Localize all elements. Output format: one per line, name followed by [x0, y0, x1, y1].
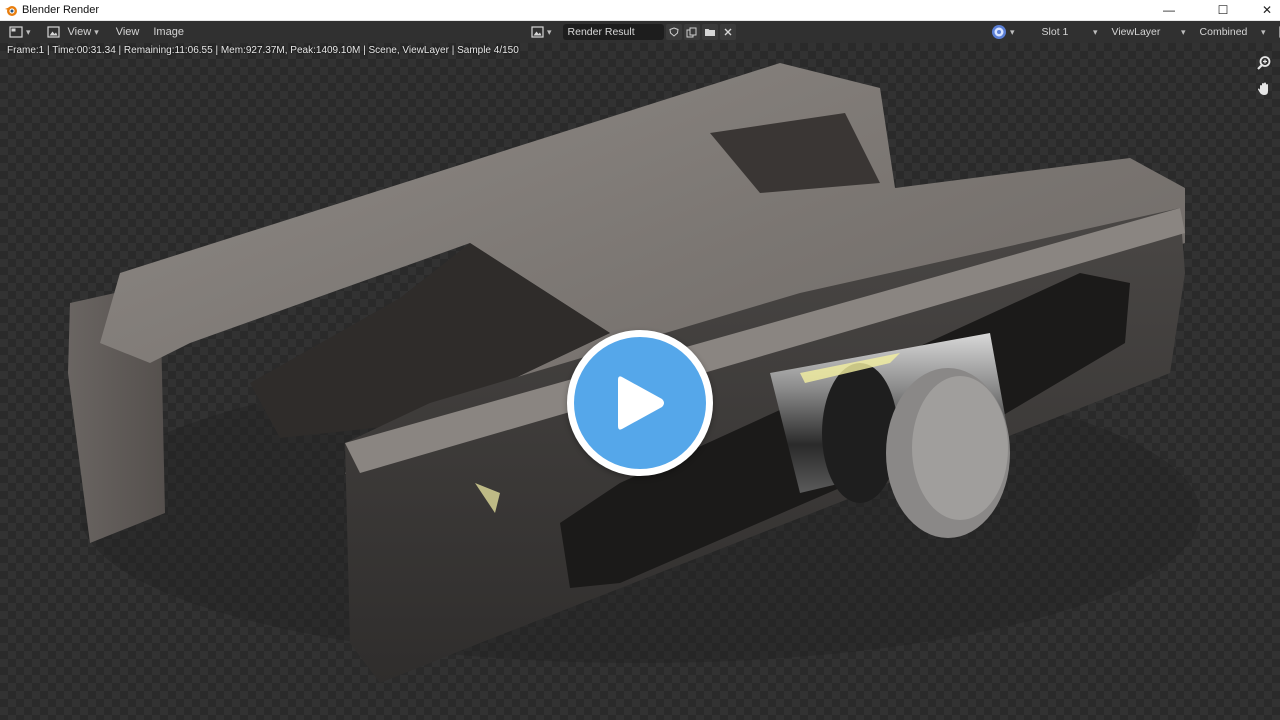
- pan-button[interactable]: [1254, 79, 1274, 99]
- duplicate-icon: [686, 27, 697, 37]
- minimize-icon: —: [1163, 3, 1175, 17]
- open-image-button[interactable]: [701, 24, 718, 40]
- close-window-button[interactable]: ✕: [1244, 0, 1280, 20]
- chevron-down-icon: ▾: [1261, 26, 1266, 37]
- maximize-icon: ☐: [1217, 3, 1229, 17]
- image-editor-header: ▾ View ▾ View Image ▾ Render Result ▾ Sl…: [0, 21, 1280, 43]
- close-icon: ✕: [1261, 3, 1273, 17]
- chevron-down-icon: ▾: [1093, 26, 1098, 37]
- fake-user-button[interactable]: [665, 24, 682, 40]
- hand-pan-icon: [1257, 82, 1268, 95]
- close-icon: [724, 28, 732, 36]
- window-title-bar: Blender Render: [0, 0, 1280, 21]
- editor-type-button[interactable]: ▾: [6, 23, 34, 41]
- play-button[interactable]: [567, 330, 713, 476]
- chevron-down-icon: ▾: [547, 26, 552, 37]
- minimize-button[interactable]: —: [1146, 0, 1192, 20]
- menu-view[interactable]: View: [110, 23, 146, 41]
- slot-dropdown[interactable]: Slot 1 ▾: [1036, 24, 1104, 40]
- view-mode-button[interactable]: View ▾: [44, 23, 102, 41]
- image-editor-icon: [9, 26, 23, 38]
- chevron-down-icon: ▾: [1010, 26, 1015, 37]
- unlink-image-button[interactable]: [719, 24, 736, 40]
- menu-image[interactable]: Image: [147, 23, 190, 41]
- image-browse-icon: [531, 26, 544, 38]
- globe-icon: [992, 25, 1006, 39]
- render-pass-dropdown[interactable]: Combined ▾: [1194, 24, 1272, 40]
- view-mode-label: View: [67, 26, 92, 38]
- display-mode-button[interactable]: ▾: [988, 23, 1018, 41]
- chevron-down-icon: ▾: [94, 26, 99, 37]
- render-pass-label: Combined: [1199, 26, 1248, 38]
- blender-logo-icon: [5, 6, 17, 16]
- zoom-icon: [1257, 56, 1271, 70]
- folder-icon: [704, 29, 715, 36]
- navigation-gizmo: [1254, 53, 1274, 99]
- view-layer-dropdown[interactable]: ViewLayer ▾: [1106, 24, 1192, 40]
- chevron-down-icon: ▾: [1181, 26, 1186, 37]
- zoom-button[interactable]: [1254, 53, 1274, 73]
- shield-icon: [668, 27, 679, 37]
- play-icon: [618, 376, 664, 430]
- view-layer-label: ViewLayer: [1111, 26, 1161, 38]
- render-viewport[interactable]: [0, 43, 1280, 720]
- browse-image-button[interactable]: ▾: [528, 23, 555, 41]
- overlay-button[interactable]: ▾: [1276, 23, 1280, 41]
- view-image-icon: [46, 26, 60, 38]
- render-info-line: Frame:1 | Time:00:31.34 | Remaining:11:0…: [7, 45, 519, 56]
- play-button-fill: [574, 337, 706, 469]
- window-title: Blender Render: [22, 4, 100, 16]
- chevron-down-icon: ▾: [26, 26, 31, 37]
- maximize-button[interactable]: ☐: [1200, 0, 1246, 20]
- slot-label: Slot 1: [1041, 26, 1069, 38]
- new-image-button[interactable]: [683, 24, 700, 40]
- image-name-field[interactable]: Render Result: [562, 24, 664, 40]
